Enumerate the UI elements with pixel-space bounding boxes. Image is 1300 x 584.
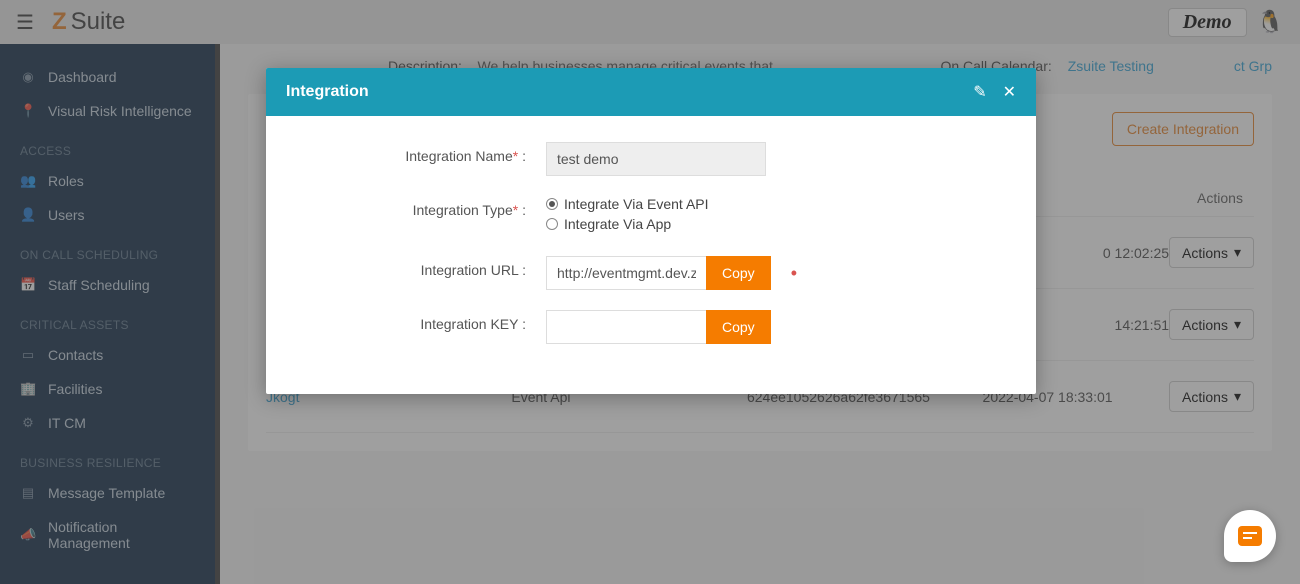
modal-title: Integration <box>286 83 369 101</box>
integration-key-input[interactable] <box>546 310 706 344</box>
edit-icon[interactable]: ✎ <box>973 82 986 102</box>
topbar-left: ☰ Z Suite <box>16 8 125 36</box>
topbar-right: Demo 🐧 <box>1168 8 1284 37</box>
demo-badge: Demo <box>1168 8 1247 37</box>
label-integration-url: Integration URL : <box>306 256 546 278</box>
chat-icon <box>1238 526 1262 546</box>
radio-event-api[interactable]: Integrate Via Event API <box>546 196 996 212</box>
radio-label: Integrate Via App <box>564 216 671 232</box>
row-integration-type: Integration Type* : Integrate Via Event … <box>306 196 996 236</box>
control-integration-key: Copy <box>546 310 771 344</box>
radio-app[interactable]: Integrate Via App <box>546 216 996 232</box>
close-icon[interactable]: ✕ <box>1003 82 1016 102</box>
menu-toggle-icon[interactable]: ☰ <box>16 10 34 35</box>
user-avatar-icon[interactable]: 🐧 <box>1257 9 1284 35</box>
logo-mark-icon: Z <box>52 8 67 36</box>
copy-url-button[interactable]: Copy <box>706 256 771 290</box>
label-integration-name: Integration Name* : <box>306 142 546 164</box>
label-text: Integration Name <box>405 148 512 164</box>
control-integration-name <box>546 142 766 176</box>
colon: : <box>518 148 526 164</box>
label-integration-type: Integration Type* : <box>306 196 546 218</box>
integration-url-input[interactable] <box>546 256 706 290</box>
modal-header: Integration ✎ ✕ <box>266 68 1036 116</box>
colon: : <box>518 202 526 218</box>
control-integration-url: Copy <box>546 256 771 290</box>
required-dot-icon: • <box>791 268 797 278</box>
radio-icon <box>546 198 558 210</box>
logo-text: Suite <box>71 8 126 36</box>
modal-header-actions: ✎ ✕ <box>973 82 1016 102</box>
radio-label: Integrate Via Event API <box>564 196 709 212</box>
control-integration-type: Integrate Via Event API Integrate Via Ap… <box>546 196 996 236</box>
chat-fab[interactable] <box>1224 510 1276 562</box>
topbar: ☰ Z Suite Demo 🐧 <box>0 0 1300 44</box>
key-input-group: Copy <box>546 310 771 344</box>
integration-modal: Integration ✎ ✕ Integration Name* : Inte… <box>266 68 1036 394</box>
row-integration-url: Integration URL : Copy • <box>306 256 996 290</box>
label-integration-key: Integration KEY : <box>306 310 546 332</box>
row-integration-name: Integration Name* : <box>306 142 996 176</box>
radio-icon <box>546 218 558 230</box>
integration-name-input[interactable] <box>546 142 766 176</box>
modal-body: Integration Name* : Integration Type* : … <box>266 116 1036 394</box>
label-text: Integration Type <box>413 202 513 218</box>
copy-key-button[interactable]: Copy <box>706 310 771 344</box>
logo[interactable]: Z Suite <box>52 8 125 36</box>
row-integration-key: Integration KEY : Copy <box>306 310 996 344</box>
url-input-group: Copy <box>546 256 771 290</box>
